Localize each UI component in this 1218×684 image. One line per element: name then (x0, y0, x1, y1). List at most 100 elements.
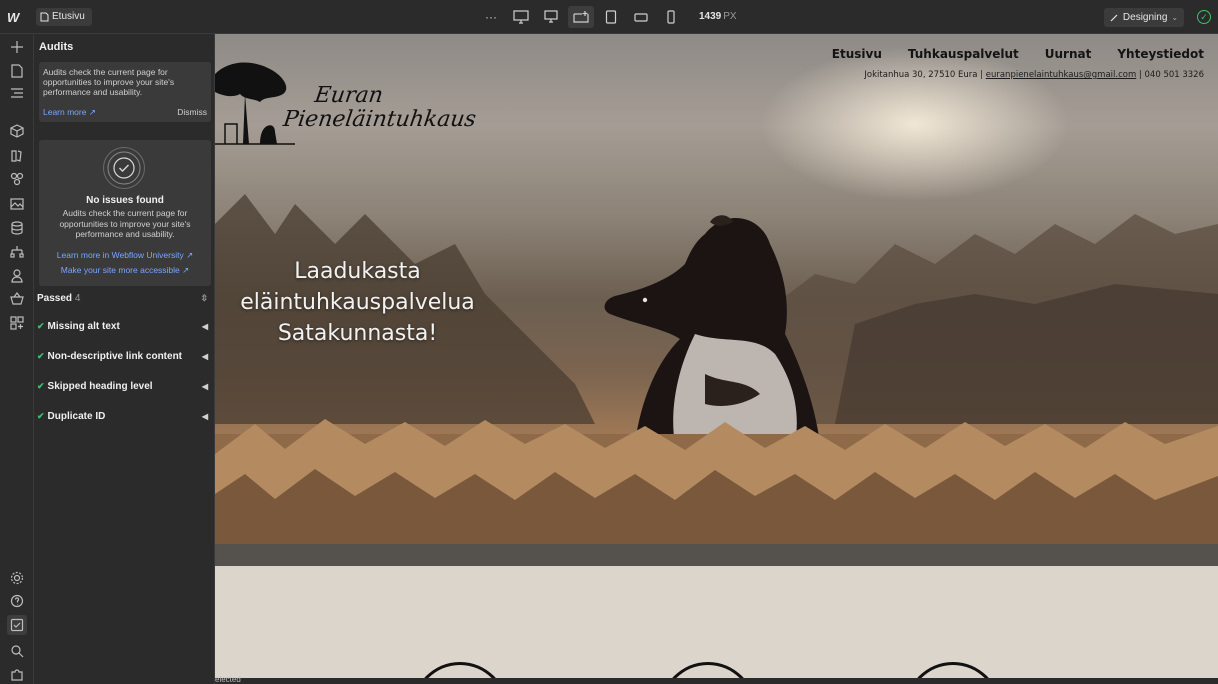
logic-button[interactable] (7, 242, 27, 262)
service-circle-2[interactable] (660, 662, 756, 678)
check-icon: ✔ (37, 350, 45, 361)
monitor-icon (544, 10, 558, 23)
tablet-icon (605, 10, 617, 24)
status-title: No issues found (86, 195, 164, 206)
dismiss-button[interactable]: Dismiss (177, 107, 207, 118)
section-divider (215, 544, 1218, 566)
breakpoint-mobile-portrait[interactable] (658, 6, 684, 28)
caret-left-icon: ◀ (201, 411, 208, 421)
service-circle-1[interactable] (412, 662, 508, 678)
layers-icon (11, 88, 23, 98)
audits-info-card: Audits check the current page for opport… (39, 62, 211, 122)
library-icon (11, 150, 22, 162)
page-selector[interactable]: Etusivu (36, 8, 92, 26)
webflow-university-link[interactable]: Learn more in Webflow University ↗ (39, 250, 211, 261)
settings-button[interactable] (7, 568, 27, 588)
breakpoint-tablet[interactable] (598, 6, 624, 28)
database-icon (11, 221, 23, 235)
nav-link-etusivu[interactable]: Etusivu (832, 47, 882, 61)
breakpoint-desktop-base[interactable] (568, 6, 594, 28)
nav-link-yhteystiedot[interactable]: Yhteystiedot (1117, 47, 1204, 61)
canvas-width-value: 1439 (699, 11, 722, 22)
audit-item-skipped-heading[interactable]: ✔ Skipped heading level ◀ (37, 379, 208, 393)
chevron-down-icon: ⌄ (1171, 13, 1179, 22)
canvas-width-readout[interactable]: 1439 PX (699, 11, 737, 22)
ecommerce-button[interactable] (7, 289, 27, 309)
page-icon (40, 12, 49, 22)
audit-item-label: Non-descriptive link content (47, 350, 183, 362)
webflow-logo[interactable]: W (7, 10, 19, 25)
publish-status-check-icon[interactable]: ✓ (1197, 10, 1211, 24)
help-icon (10, 594, 24, 608)
page-icon (11, 64, 23, 78)
desktop-star-icon (573, 11, 589, 23)
components-button[interactable] (7, 121, 27, 141)
help-button[interactable] (7, 591, 27, 611)
breakpoint-switcher: ··· (478, 6, 684, 28)
selection-status-text: elected (215, 675, 241, 684)
users-button[interactable] (7, 266, 27, 286)
designer-mode-dropdown[interactable]: Designing ⌄ (1104, 8, 1184, 27)
design-canvas[interactable]: Euran Pieneläintuhkaus Etusivu Tuhkauspa… (215, 34, 1218, 678)
address-text: Jokitanhua 30, 27510 Eura (864, 70, 978, 80)
apps-button[interactable] (7, 313, 27, 333)
variables-button[interactable] (7, 169, 27, 189)
add-elements-button[interactable] (7, 37, 27, 57)
audit-item-non-descriptive-link[interactable]: ✔ Non-descriptive link content ◀ (37, 349, 208, 363)
assets-button[interactable] (7, 194, 27, 214)
no-issues-card: No issues found Audits check the current… (39, 140, 211, 286)
accessibility-link[interactable]: Make your site more accessible ↗ (39, 265, 211, 276)
phone-landscape-icon (634, 13, 648, 22)
search-button[interactable] (7, 641, 27, 661)
passed-section-header[interactable]: Passed 4 ⇳ (37, 293, 208, 307)
breakpoint-desktop-large[interactable] (538, 6, 564, 28)
learn-more-link[interactable]: Learn more ↗ (43, 107, 96, 118)
cube-icon (10, 124, 24, 138)
audit-item-label: Duplicate ID (47, 410, 106, 422)
cms-button[interactable] (7, 218, 27, 238)
left-icon-rail (0, 34, 34, 684)
navigator-button[interactable] (7, 83, 27, 103)
audits-panel: Audits Audits check the current page for… (34, 34, 215, 684)
puzzle-icon (11, 669, 23, 681)
email-link[interactable]: euranpienelaintuhkaus@gmail.com (986, 70, 1137, 80)
canvas-width-unit: PX (723, 11, 737, 22)
nav-link-tuhkauspalvelut[interactable]: Tuhkauspalvelut (908, 47, 1019, 61)
phone-text: 040 501 3326 (1144, 70, 1204, 80)
audits-button[interactable] (7, 615, 27, 635)
page-name: Etusivu (52, 11, 85, 22)
grass-foreground (215, 419, 1218, 544)
audit-item-duplicate-id[interactable]: ✔ Duplicate ID ◀ (37, 409, 208, 423)
caret-left-icon: ◀ (201, 321, 208, 331)
libraries-button[interactable] (7, 146, 27, 166)
brush-icon (1110, 14, 1118, 22)
pages-button[interactable] (7, 61, 27, 81)
sort-icon[interactable]: ⇳ (200, 293, 208, 304)
webflow-designer: W Etusivu ··· 1439 PX Designing ⌄ ✓ Audi… (0, 0, 1218, 684)
hero-section[interactable]: Euran Pieneläintuhkaus Etusivu Tuhkauspa… (215, 34, 1218, 544)
audit-item-missing-alt-text[interactable]: ✔ Missing alt text ◀ (37, 319, 208, 333)
search-icon (11, 645, 24, 658)
basket-icon (10, 292, 24, 305)
audit-item-label: Skipped heading level (47, 380, 153, 392)
audit-item-label: Missing alt text (47, 320, 120, 332)
apps-grid-icon (10, 316, 24, 330)
service-circle-3[interactable] (905, 662, 1001, 678)
drops-icon (10, 172, 24, 186)
hero-headline[interactable]: Laadukasta eläintuhkauspalvelua Satakunn… (215, 256, 500, 349)
separator: | (1136, 70, 1145, 80)
phone-portrait-icon (667, 10, 675, 24)
logo-line-1: Euran (313, 83, 385, 108)
headline-line-2: eläintuhkauspalvelua (240, 290, 475, 315)
nav-link-uurnat[interactable]: Uurnat (1045, 47, 1092, 61)
panel-title: Audits (39, 41, 74, 53)
site-logo[interactable]: Euran Pieneläintuhkaus (282, 83, 481, 132)
flow-icon (10, 246, 24, 258)
breakpoint-desktop-xl[interactable] (508, 6, 534, 28)
video-tutorials-button[interactable] (7, 665, 27, 684)
monitor-large-icon (513, 10, 529, 24)
contact-line: Jokitanhua 30, 27510 Eura | euranpienela… (864, 70, 1204, 80)
breakpoint-mobile-landscape[interactable] (628, 6, 654, 28)
services-section[interactable] (215, 566, 1218, 678)
more-options-button[interactable]: ··· (478, 10, 504, 24)
